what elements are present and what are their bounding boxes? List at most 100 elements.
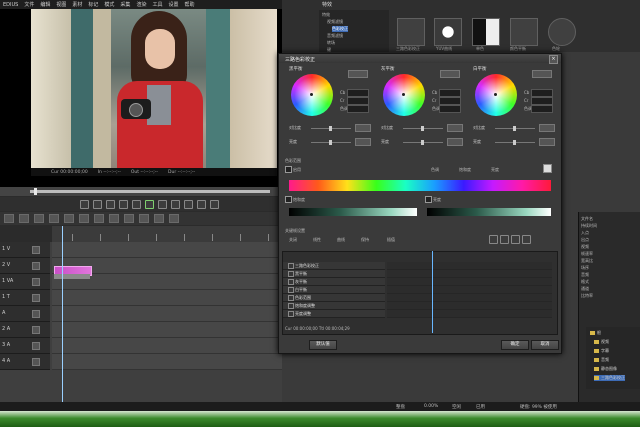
eyedropper-icon[interactable] (543, 164, 552, 173)
copy-icon[interactable] (94, 214, 104, 223)
menu-item[interactable]: 文件 (24, 1, 34, 8)
saturation-checkbox[interactable] (285, 196, 292, 203)
track-lane[interactable] (52, 354, 282, 370)
track-header[interactable]: 2 V (0, 258, 50, 274)
kf-track[interactable]: 黑平衡 (283, 270, 385, 278)
timeline-playhead[interactable] (62, 226, 63, 407)
cr-field[interactable] (439, 97, 461, 105)
reset-button[interactable] (532, 70, 552, 78)
kf-lane[interactable] (387, 286, 552, 294)
menu-item[interactable]: 视图 (56, 1, 66, 8)
audio-clip[interactable] (54, 274, 90, 279)
cut-icon[interactable] (79, 214, 89, 223)
redo-icon[interactable] (64, 214, 74, 223)
tree-folder[interactable]: 根 (590, 330, 601, 336)
kf-lane[interactable] (387, 294, 552, 302)
zoom-icon[interactable] (169, 214, 179, 223)
hue-range-bar[interactable] (289, 180, 551, 191)
menu-item[interactable]: 模式 (104, 1, 114, 8)
reset-button[interactable] (440, 70, 460, 78)
menu-item[interactable]: 工具 (152, 1, 162, 8)
track-header[interactable]: 1 VA (0, 274, 50, 290)
kf-lane[interactable] (387, 270, 552, 278)
new-sequence-icon[interactable] (4, 214, 14, 223)
step-forward-button[interactable] (158, 199, 167, 209)
menu-item[interactable]: 编辑 (40, 1, 50, 8)
kf-radio[interactable]: 线性 (313, 237, 321, 243)
tree-item-selected[interactable]: 色彩校正 (332, 26, 348, 32)
cr-field[interactable] (531, 97, 553, 105)
menu-item[interactable]: 采集 (120, 1, 130, 8)
tree-item[interactable]: 转场 (327, 40, 335, 46)
cb-field[interactable] (531, 89, 553, 97)
kf-lane[interactable] (387, 302, 552, 310)
track-header[interactable]: 4 A (0, 354, 50, 370)
kf-lane[interactable] (387, 310, 552, 318)
menu-item[interactable]: 素材 (72, 1, 82, 8)
cb-field[interactable] (347, 89, 369, 97)
track-lane[interactable] (52, 290, 282, 306)
menu-item[interactable]: 帮助 (184, 1, 194, 8)
kf-prev-icon[interactable] (489, 235, 498, 244)
track-header[interactable]: 1 V (0, 242, 50, 258)
stop-button[interactable] (106, 199, 115, 209)
color-wheel[interactable] (475, 74, 517, 116)
cb-field[interactable] (439, 89, 461, 97)
hue-field[interactable] (347, 105, 369, 113)
menu-item[interactable]: 渲染 (136, 1, 146, 8)
kf-radio[interactable]: 插值 (387, 237, 395, 243)
fast-forward-button[interactable] (171, 199, 180, 209)
step-back-button[interactable] (132, 199, 141, 209)
track-lane[interactable] (52, 338, 282, 354)
reset-button[interactable] (348, 70, 368, 78)
kf-next-icon[interactable] (511, 235, 520, 244)
kf-lane[interactable] (387, 262, 552, 270)
open-icon[interactable] (19, 214, 29, 223)
luminance-checkbox[interactable] (425, 196, 432, 203)
track-header[interactable]: 2 A (0, 322, 50, 338)
color-wheel[interactable] (383, 74, 425, 116)
snap-icon[interactable] (154, 214, 164, 223)
hue-field[interactable] (531, 105, 553, 113)
kf-track[interactable]: 色彩范围 (283, 294, 385, 302)
kf-add-icon[interactable] (500, 235, 509, 244)
kf-track[interactable]: 三路色彩校正 (283, 262, 385, 270)
kf-track[interactable]: 亮度调整 (283, 310, 385, 318)
brightness-slider[interactable]: 亮度 (289, 138, 371, 146)
kf-track[interactable]: 饱和度调整 (283, 302, 385, 310)
play-button[interactable] (145, 199, 154, 209)
track-header[interactable]: A (0, 306, 50, 322)
kf-radio[interactable]: 关闭 (289, 237, 297, 243)
track-lane[interactable] (52, 242, 282, 258)
ok-button[interactable]: 确定 (501, 340, 529, 350)
contrast-slider[interactable]: 对比度 (473, 124, 555, 132)
menu-item[interactable]: EDIUS (3, 2, 18, 8)
menu-item[interactable]: 设置 (168, 1, 178, 8)
set-in-button[interactable] (80, 199, 89, 209)
loop-button[interactable] (184, 199, 193, 209)
tree-item[interactable]: 视频滤镜 (327, 19, 343, 25)
effect-thumbnail[interactable] (510, 18, 538, 46)
menu-item[interactable]: 标记 (88, 1, 98, 8)
insert-button[interactable] (197, 199, 206, 209)
track-header[interactable]: 1 T (0, 290, 50, 306)
tree-item[interactable]: 音频滤镜 (327, 33, 343, 39)
tree-folder[interactable]: 静态图像 (594, 366, 617, 372)
scrubber-knob[interactable] (34, 188, 37, 195)
tree-folder[interactable]: 字幕 (594, 348, 609, 354)
set-out-button[interactable] (93, 199, 102, 209)
rewind-button[interactable] (119, 199, 128, 209)
paste-icon[interactable] (109, 214, 119, 223)
default-button[interactable]: 默认值 (309, 340, 337, 350)
undo-icon[interactable] (49, 214, 59, 223)
effect-thumbnail[interactable] (472, 18, 500, 46)
tree-folder-selected[interactable]: 三路色彩校正 (594, 375, 625, 381)
enable-checkbox[interactable] (285, 166, 292, 173)
color-wheel[interactable] (291, 74, 333, 116)
save-icon[interactable] (34, 214, 44, 223)
cancel-button[interactable]: 取消 (531, 340, 559, 350)
kf-track[interactable]: 灰平衡 (283, 278, 385, 286)
ripple-icon[interactable] (139, 214, 149, 223)
delete-icon[interactable] (124, 214, 134, 223)
hue-field[interactable] (439, 105, 461, 113)
